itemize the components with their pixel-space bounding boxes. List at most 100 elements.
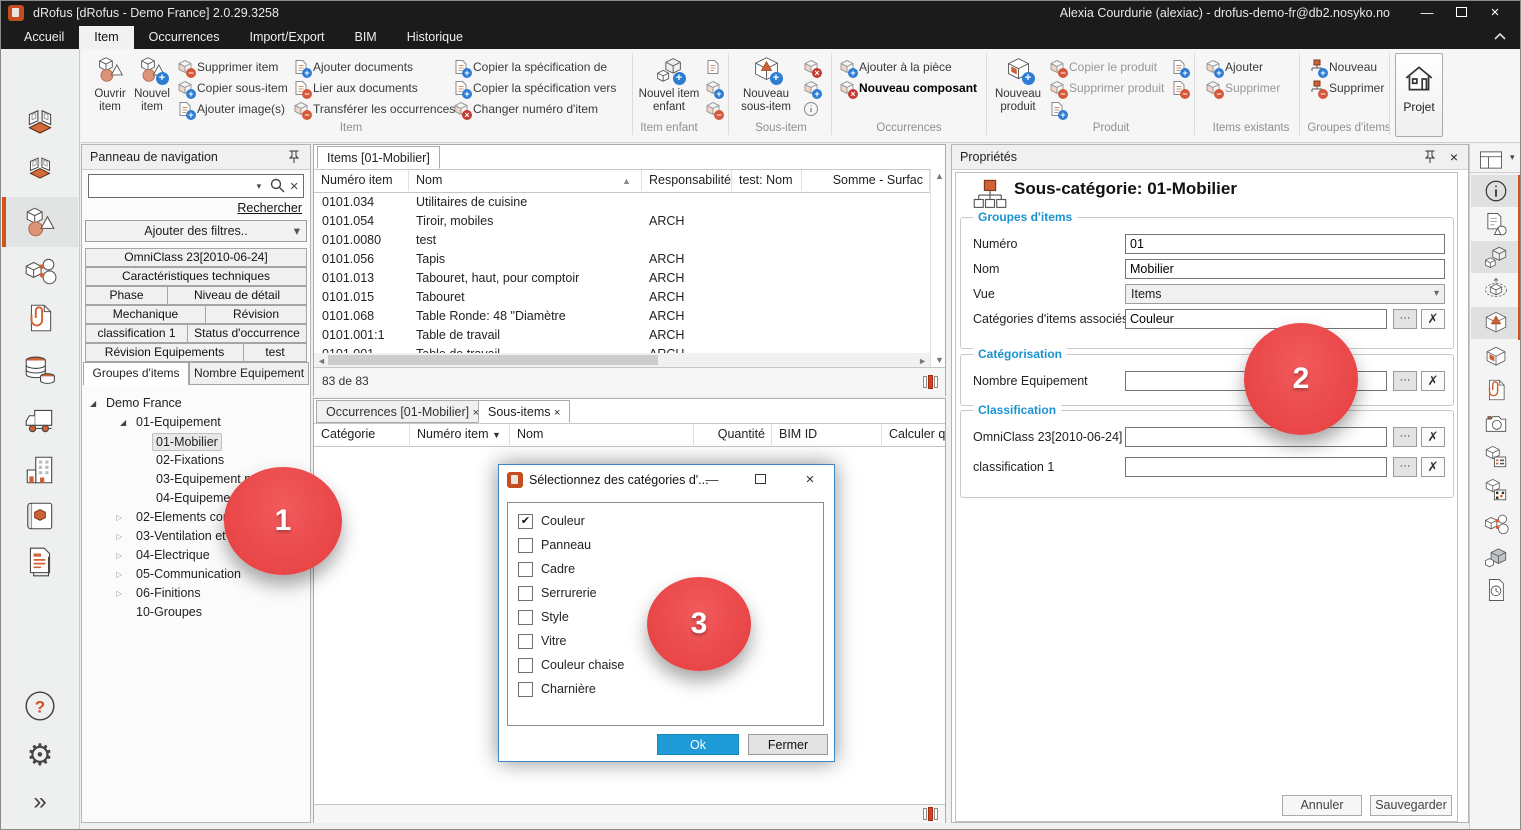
supprimer-produit-button[interactable]: − Supprimer produit [1049,78,1164,98]
dialog-maximize-button[interactable] [743,465,777,495]
clear-nombre-equipement-button[interactable]: ✗ [1421,371,1445,391]
browse-nombre-equipement-button[interactable]: ··· [1393,371,1417,391]
documents-tool-icon[interactable] [1483,377,1509,403]
copier-specification-vers-button[interactable]: + Copier la spécification vers [453,78,616,98]
fermer-button[interactable]: Fermer [748,734,828,755]
layout-caret-icon[interactable]: ▾ [1510,152,1515,163]
subitem-check-button[interactable]: + [803,78,823,98]
col-numero-item[interactable]: Numéro item [314,170,409,191]
filter-test[interactable]: test [243,343,307,362]
close-tab-icon[interactable]: × [554,407,560,419]
sauvegarder-button[interactable]: Sauvegarder [1370,795,1452,816]
history-tool-icon[interactable] [1483,577,1509,603]
categories-associes-field[interactable] [1125,309,1387,329]
tree-item-06-finitions[interactable]: ▷ 06-Finitions [82,584,308,603]
clear-classification1-button[interactable]: ✗ [1421,457,1445,477]
child-item-copy-button[interactable]: − [705,99,725,119]
copier-specification-de-button[interactable]: + Copier la spécification de [453,57,607,77]
table-row[interactable]: 0101.034Utilitaires de cuisine [314,193,945,212]
add-filters-dropdown[interactable]: Ajouter des filtres..▾ [85,220,307,242]
filter-niveau-detail[interactable]: Niveau de détail [167,286,307,305]
tree-expander-icon[interactable]: ▷ [116,584,122,603]
pin-icon[interactable] [286,149,302,165]
checkbox[interactable] [518,586,533,601]
nav-tab-nombre-equipement[interactable]: Nombre Equipement [189,362,309,385]
tab-item[interactable]: Item [79,26,133,49]
filter-caracteristiques[interactable]: Caractéristiques techniques [85,267,307,286]
images-tool-icon[interactable] [1483,411,1509,437]
tab-accueil[interactable]: Accueil [9,26,79,49]
browse-classification1-button[interactable]: ··· [1393,457,1417,477]
child-item-list-button[interactable] [705,57,725,77]
dialog-close-button[interactable]: × [793,465,827,495]
table-row[interactable]: 0101.013Tabouret, haut, pour comptoirARC… [314,269,945,288]
horizontal-scrollbar[interactable]: ◄ ► [314,353,930,367]
clear-search-icon[interactable]: × [285,178,303,195]
checkbox[interactable] [518,634,533,649]
option-cadre[interactable]: Cadre [508,559,823,579]
scroll-up-icon[interactable]: ▲ [935,171,944,181]
components-tool-icon[interactable] [1483,511,1509,537]
panel-toggle-icon[interactable] [923,807,939,821]
vertical-scrollbar[interactable]: ▲ ▼ [930,169,946,367]
filter-omniclass[interactable]: OmniClass 23[2010-06-24] [85,248,307,267]
browse-omniclass-button[interactable]: ··· [1393,427,1417,447]
nouveau-sous-item-button[interactable]: + Nouveau sous-item [733,53,799,119]
omniclass-field[interactable] [1125,427,1387,447]
option-couleur[interactable]: ✔ Couleur [508,511,823,531]
transferer-occurrences-button[interactable]: − Transférer les occurrences [293,99,455,119]
filter-status-occurrence[interactable]: Status d'occurrence [187,324,307,343]
info-tool-icon[interactable] [1483,178,1509,204]
col-responsabilite[interactable]: Responsabilité [642,170,732,191]
search-dropdown-icon[interactable]: ▾ [250,181,268,192]
search-icon[interactable] [268,177,286,196]
tab-import-export[interactable]: Import/Export [234,26,339,49]
items-existants-supprimer-button[interactable]: − Supprimer [1205,78,1280,98]
occurrences-tab[interactable]: Occurrences [01-Mobilier] × [316,400,489,423]
table-row[interactable]: 0101.054Tiroir, mobilesARCH [314,212,945,231]
nouvel-item-button[interactable]: + Nouvel item [129,53,175,119]
nav-tab-groupes-items[interactable]: Groupes d'items [83,362,189,385]
rooms-module-icon[interactable] [23,107,57,141]
building-module-icon[interactable] [23,453,57,487]
scroll-right-icon[interactable]: ► [918,356,927,366]
reports-module-icon[interactable] [23,545,57,579]
scrollbar-thumb[interactable] [328,355,658,365]
supprimer-item-button[interactable]: − Supprimer item [177,57,278,77]
browse-categories-button[interactable]: ··· [1393,309,1417,329]
filter-classification-1[interactable]: classification 1 [85,324,188,343]
items-document-tab[interactable]: Items [01-Mobilier] [317,146,440,169]
nouveau-composant-button[interactable]: × Nouveau composant [839,78,977,98]
numero-field[interactable] [1125,234,1445,254]
settings-button[interactable]: ⚙ [23,739,57,773]
layout-view-icon[interactable] [1478,147,1504,173]
vue-select[interactable]: Items▾ [1125,284,1445,304]
changer-numero-item-button[interactable]: × Changer numéro d'item [453,99,598,119]
clear-categories-button[interactable]: ✗ [1421,309,1445,329]
col-somme-surface[interactable]: Somme - Surfac [802,170,930,191]
catalog-module-icon[interactable] [23,499,57,533]
rotate-3d-tool-icon[interactable] [1483,277,1509,303]
tree-expander-icon[interactable]: ◢ [90,394,96,413]
expand-sidebar-button[interactable]: » [23,787,57,821]
clear-omniclass-button[interactable]: ✗ [1421,427,1445,447]
checkbox[interactable] [518,562,533,577]
subitem-info-button[interactable] [803,99,823,119]
copier-produit-button[interactable]: − Copier le produit [1049,57,1157,77]
annuler-button[interactable]: Annuler [1282,795,1362,816]
tree-expander-icon[interactable]: ◢ [120,413,126,432]
scroll-down-icon[interactable]: ▼ [935,355,944,365]
minimize-button[interactable]: — [1412,1,1442,26]
classification-tool-icon[interactable] [1483,444,1509,470]
tree-expander-icon[interactable]: ▷ [116,565,122,584]
close-panel-icon[interactable]: × [1450,145,1458,169]
filter-revision-equipements[interactable]: Révision Equipements [85,343,244,362]
option-panneau[interactable]: Panneau [508,535,823,555]
groupe-nouveau-button[interactable]: + Nouveau [1309,57,1377,77]
nouveau-produit-button[interactable]: + Nouveau produit [993,53,1043,119]
room-data-module-icon[interactable] [25,155,56,186]
copier-sous-item-button[interactable]: + Copier sous-item [177,78,288,98]
col-nom[interactable]: Nom [510,424,694,445]
search-input[interactable] [89,176,250,196]
scroll-left-icon[interactable]: ◄ [317,356,326,366]
